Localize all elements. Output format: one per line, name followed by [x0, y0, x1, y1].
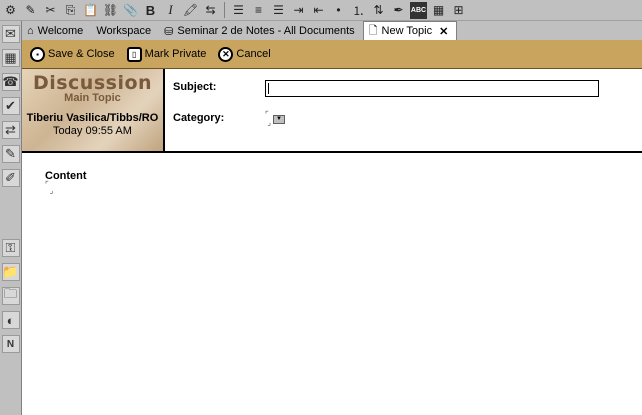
tab-label: Welcome	[37, 25, 84, 37]
database-icon: ⛁	[164, 25, 174, 38]
cut-icon[interactable]: ✂	[42, 2, 59, 19]
databases-icon[interactable]: ✐	[1, 169, 20, 187]
history-icon[interactable]: ◐	[1, 311, 20, 329]
home-icon: ⌂	[27, 25, 34, 37]
hotspot-icon[interactable]: ✒	[390, 2, 407, 19]
align-left-icon[interactable]: ☰	[230, 2, 247, 19]
contacts-icon[interactable]: ☎	[1, 73, 20, 91]
spell-icon[interactable]: ABC	[410, 1, 427, 19]
cancel-icon: ✕	[218, 46, 234, 62]
insert-table-icon[interactable]: ⊞	[450, 2, 467, 19]
content-label: Content	[45, 170, 87, 182]
tab-new-topic[interactable]: 🗋 New Topic ✕	[362, 21, 458, 40]
mail-icon[interactable]: ✉	[1, 25, 20, 43]
edit-icon[interactable]: ✎	[22, 2, 39, 19]
cancel-button[interactable]: ✕ Cancel	[218, 46, 271, 62]
table-icon[interactable]: ▦	[430, 2, 447, 19]
category-field[interactable]: ⌜ ⌟ ▼	[265, 111, 285, 127]
banner-title: Discussion	[32, 72, 153, 94]
outline-icon[interactable]: ⇅	[370, 2, 387, 19]
text-color-icon[interactable]: ⇆	[202, 2, 219, 19]
toolbar-separator	[224, 2, 225, 18]
replicator-icon[interactable]: ⇄	[1, 121, 20, 139]
document-icon: 🗋	[368, 24, 378, 37]
highlight-icon[interactable]: 🖍	[182, 2, 199, 19]
close-icon[interactable]: ✕	[439, 25, 448, 38]
save-close-label: Save & Close	[48, 48, 115, 60]
open-folder-icon[interactable]: 🗀	[1, 286, 20, 305]
topic-header: Discussion Main Topic Tiberiu Vasilica/T…	[22, 69, 642, 153]
todo-icon[interactable]: ✔	[1, 97, 20, 115]
save-icon: ▪	[30, 46, 45, 62]
subject-input[interactable]	[265, 80, 599, 97]
attach-icon[interactable]: 📎	[122, 2, 139, 19]
tab-workspace[interactable]: Workspace	[91, 22, 159, 40]
subject-label: Subject:	[173, 81, 217, 93]
bullets-icon[interactable]: •	[330, 2, 347, 19]
dropdown-arrow-icon[interactable]: ▼	[272, 114, 285, 124]
align-right-icon[interactable]: ☰	[270, 2, 287, 19]
created-timestamp: Today 09:55 AM	[53, 125, 132, 137]
private-icon: ▯	[126, 46, 142, 62]
outdent-icon[interactable]: ⇤	[310, 2, 327, 19]
mark-private-label: Mark Private	[144, 48, 207, 60]
cancel-label: Cancel	[236, 48, 271, 60]
mark-private-button[interactable]: ▯ Mark Private	[126, 46, 207, 62]
paste-icon[interactable]: 📋	[82, 2, 99, 19]
tab-label: New Topic	[381, 25, 433, 37]
bookmark-bar: ✉ ▦ ☎ ✔ ⇄ ✎ ✐ ⚿ 📁 🗀 ◐ N	[0, 21, 22, 415]
key-icon[interactable]: ⚿	[1, 239, 20, 257]
smart-icon[interactable]: ⚙	[2, 2, 19, 19]
tab-welcome[interactable]: ⌂ Welcome	[22, 22, 91, 40]
text-caret	[268, 83, 269, 94]
folder-icon[interactable]: 📁	[1, 263, 20, 281]
calendar-icon[interactable]: ▦	[1, 49, 20, 67]
copy-icon[interactable]: ⎘	[62, 2, 79, 19]
window-tabs: ⌂ Welcome Workspace ⛁ Seminar 2 de Notes…	[22, 21, 642, 40]
tab-label: Seminar 2 de Notes - All Documents	[177, 25, 355, 37]
favorites-icon[interactable]: ✎	[1, 145, 20, 163]
link-icon[interactable]: ⛓	[102, 2, 119, 19]
notes-icon[interactable]: N	[1, 335, 20, 353]
discussion-banner: Discussion Main Topic Tiberiu Vasilica/T…	[22, 69, 165, 151]
italic-icon[interactable]: I	[162, 2, 179, 19]
bold-icon[interactable]: B	[142, 2, 159, 19]
author-name: Tiberiu Vasilica/Tibbs/RO	[26, 112, 159, 124]
action-bar: ▪ Save & Close ▯ Mark Private ✕ Cancel	[22, 40, 642, 69]
numbers-icon[interactable]: ⒈	[350, 2, 367, 19]
indent-icon[interactable]: ⇥	[290, 2, 307, 19]
save-close-button[interactable]: ▪ Save & Close	[30, 46, 115, 62]
align-center-icon[interactable]: ≡	[250, 2, 267, 19]
content-rich-text-field[interactable]: ⌜ ⌟	[45, 181, 53, 195]
category-label: Category:	[173, 112, 225, 124]
formatting-toolbar: ⚙ ✎ ✂ ⎘ 📋 ⛓ 📎 B I 🖍 ⇆ ☰ ≡ ☰ ⇥ ⇤ • ⒈ ⇅ ✒ …	[0, 0, 642, 21]
field-bracket-icon: ⌜ ⌟	[265, 110, 271, 127]
tab-label: Workspace	[96, 25, 152, 37]
tab-seminar-database[interactable]: ⛁ Seminar 2 de Notes - All Documents	[159, 22, 363, 40]
